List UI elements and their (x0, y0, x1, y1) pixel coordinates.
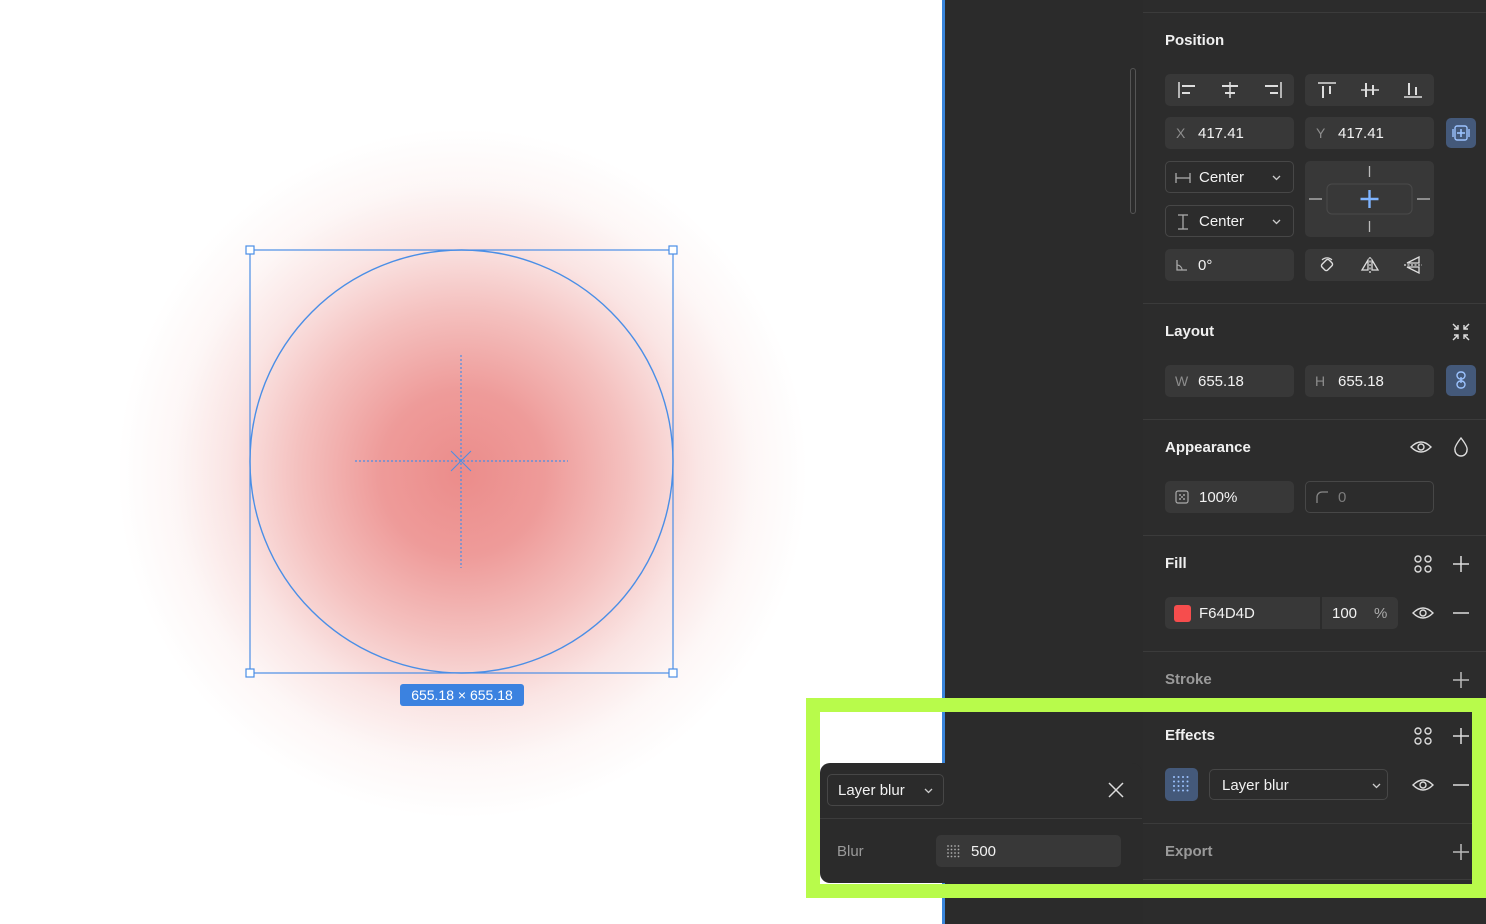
vertical-constraint-icon (1178, 214, 1188, 230)
drop-icon (1454, 436, 1468, 457)
align-right-icon (1265, 82, 1282, 98)
divider (1143, 12, 1486, 13)
scrollbar[interactable] (1130, 68, 1136, 214)
stroke-title: Stroke (1165, 671, 1212, 688)
design-canvas[interactable]: 655.18 × 655.18 (0, 0, 943, 924)
size-badge: 655.18 × 655.18 (400, 684, 524, 706)
blend-mode-button[interactable] (1450, 436, 1472, 458)
divider (1143, 535, 1486, 536)
vertical-align-group (1305, 74, 1434, 106)
collapse-layout-button[interactable] (1450, 321, 1472, 343)
add-constraint-icon (1452, 125, 1470, 141)
w-label: W (1175, 373, 1189, 389)
horizontal-constraint-select[interactable]: Center (1165, 161, 1294, 193)
collapse-icon (1452, 323, 1470, 341)
minus-icon (1453, 612, 1469, 614)
divider (1143, 651, 1486, 652)
resize-handle-bottom-left[interactable] (245, 668, 255, 678)
add-stroke-button[interactable] (1450, 669, 1472, 691)
fill-opacity-unit: % (1374, 605, 1388, 622)
vertical-constraint-select[interactable]: Center (1165, 205, 1294, 237)
align-left-icon (1178, 82, 1195, 98)
flip-horizontal-button[interactable] (1348, 249, 1391, 281)
field-separator (1320, 597, 1322, 629)
flip-horizontal-icon (1360, 257, 1380, 273)
plus-icon (1453, 556, 1469, 572)
rotation-value: 0° (1198, 257, 1213, 274)
fill-color-field[interactable]: F64D4D 100 % (1165, 597, 1398, 629)
eye-icon (1410, 441, 1432, 453)
constraint-widget-graphic (1309, 166, 1430, 232)
horizontal-constraint-value: Center (1199, 169, 1245, 186)
vertical-constraint-value: Center (1199, 213, 1245, 230)
resize-handle-top-right[interactable] (668, 245, 678, 255)
rotation-icon (1176, 260, 1187, 271)
corner-radius-icon (1316, 491, 1328, 503)
eye-icon (1412, 607, 1434, 619)
chevron-down-icon (1272, 219, 1281, 225)
x-value: 417.41 (1198, 125, 1244, 142)
horizontal-constraint-icon (1175, 173, 1191, 183)
resize-handle-top-left[interactable] (245, 245, 255, 255)
y-value: 417.41 (1338, 125, 1384, 142)
opacity-value: 100% (1199, 489, 1238, 506)
resize-handle-bottom-right[interactable] (668, 668, 678, 678)
appearance-visibility-button[interactable] (1410, 436, 1432, 458)
appearance-title: Appearance (1165, 439, 1251, 456)
opacity-icon (1175, 490, 1189, 504)
position-add-button[interactable] (1446, 118, 1476, 148)
align-bottom-button[interactable] (1391, 74, 1434, 106)
align-center-horizontal-icon (1222, 82, 1238, 98)
fill-hex-value: F64D4D (1199, 605, 1255, 622)
flip-vertical-icon (1404, 256, 1422, 274)
x-label: X (1176, 125, 1186, 141)
corner-radius-field[interactable]: 0 (1305, 481, 1434, 513)
x-field[interactable]: X 417.41 (1165, 117, 1294, 149)
w-value: 655.18 (1198, 373, 1244, 390)
layout-title: Layout (1165, 323, 1215, 340)
h-label: H (1315, 373, 1326, 389)
rotation-field[interactable]: 0° (1165, 249, 1294, 281)
align-top-icon (1318, 82, 1336, 98)
transform-group (1305, 249, 1434, 281)
align-center-h-button[interactable] (1208, 74, 1251, 106)
lock-aspect-ratio-button[interactable] (1446, 365, 1476, 396)
align-left-button[interactable] (1165, 74, 1208, 106)
align-middle-icon (1361, 83, 1379, 97)
y-label: Y (1316, 125, 1326, 141)
fill-title: Fill (1165, 555, 1187, 572)
corner-radius-value: 0 (1338, 489, 1347, 506)
align-right-button[interactable] (1251, 74, 1294, 106)
position-title: Position (1165, 32, 1225, 49)
align-bottom-icon (1404, 83, 1422, 98)
fill-color-swatch[interactable] (1174, 605, 1191, 622)
selection-overlay (245, 245, 678, 678)
fill-visibility-button[interactable] (1412, 602, 1434, 624)
h-value: 655.18 (1338, 373, 1384, 390)
height-field[interactable]: H 655.18 (1305, 365, 1434, 397)
styles-grid-icon (1414, 555, 1432, 573)
horizontal-align-group (1165, 74, 1294, 106)
add-fill-button[interactable] (1450, 553, 1472, 575)
opacity-field[interactable]: 100% (1165, 481, 1294, 513)
plus-icon (1453, 672, 1469, 688)
align-top-button[interactable] (1305, 74, 1348, 106)
rotate-icon (1320, 257, 1334, 272)
remove-fill-button[interactable] (1450, 602, 1472, 624)
width-field[interactable]: W 655.18 (1165, 365, 1294, 397)
align-middle-button[interactable] (1348, 74, 1391, 106)
y-field[interactable]: Y 417.41 (1305, 117, 1434, 149)
constraint-widget[interactable] (1305, 161, 1434, 237)
rotate-button[interactable] (1305, 249, 1348, 281)
link-icon (1456, 371, 1466, 389)
divider (1143, 419, 1486, 420)
chevron-down-icon (1272, 175, 1281, 181)
fill-styles-button[interactable] (1412, 553, 1434, 575)
flip-vertical-button[interactable] (1391, 249, 1434, 281)
highlight-annotation (806, 698, 1486, 898)
divider (1143, 303, 1486, 304)
fill-opacity-value: 100 (1332, 605, 1358, 622)
